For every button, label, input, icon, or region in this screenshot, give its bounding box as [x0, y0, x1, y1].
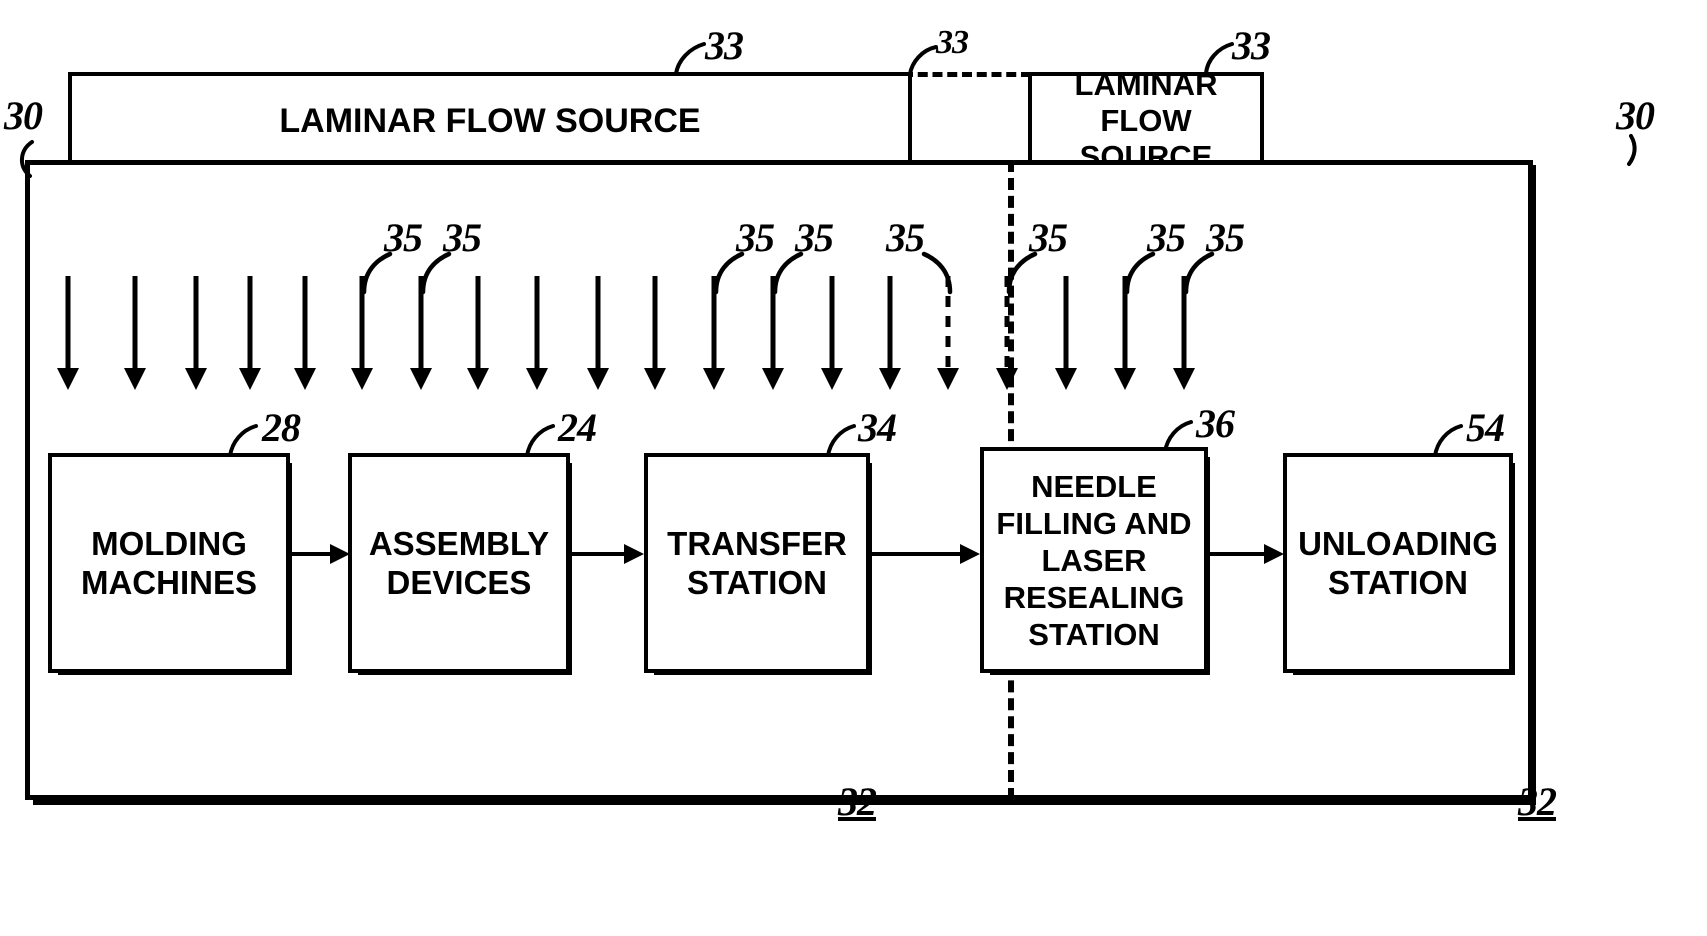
ref-35: 35 — [443, 215, 482, 260]
station-molding-box[interactable]: MOLDING MACHINES — [48, 453, 290, 673]
ref-33-right: 33 — [1232, 23, 1271, 68]
station-needle-filling[interactable]: NEEDLE FILLING AND LASER RESEALING STATI… — [980, 447, 1210, 675]
patent-figure: LAMINAR FLOW SOURCE LAMINAR FLOW SOURCE … — [0, 0, 1707, 936]
station-needle-filling-box[interactable]: NEEDLE FILLING AND LASER RESEALING STATI… — [980, 447, 1208, 673]
station-assembly-line1: ASSEMBLY — [368, 525, 550, 562]
ref-35: 35 — [736, 215, 775, 260]
station-transfer-box[interactable]: TRANSFER STATION — [644, 453, 870, 673]
ref-35: 35 — [886, 215, 925, 260]
ref-33-left: 33 — [705, 23, 744, 68]
airflow-arrow — [525, 276, 549, 392]
station-unloading-line1: UNLOADING — [1298, 525, 1498, 562]
connector-needle-to-unloading — [1210, 540, 1288, 568]
ref-33-gap: 33 — [936, 24, 969, 61]
airflow-arrow — [123, 276, 147, 392]
ref-36: 36 — [1196, 401, 1235, 446]
station-molding-line2: MACHINES — [80, 564, 257, 601]
station-unloading-line2: STATION — [1328, 564, 1468, 601]
station-assembly-line2: DEVICES — [386, 564, 532, 601]
ref-32-right-zone: 32 — [1518, 779, 1557, 824]
station-unloading[interactable]: UNLOADING STATION — [1283, 453, 1515, 675]
ref-28: 28 — [262, 405, 301, 450]
ref-35: 35 — [795, 215, 834, 260]
airflow-arrow — [238, 276, 262, 392]
station-unloading-box[interactable]: UNLOADING STATION — [1283, 453, 1513, 673]
ref-34: 34 — [858, 405, 897, 450]
ref-24: 24 — [558, 405, 597, 450]
station-needle-line1: NEEDLE — [1031, 468, 1157, 504]
airflow-arrow — [293, 276, 317, 392]
airflow-arrow — [820, 276, 844, 392]
station-molding-line1: MOLDING — [91, 525, 247, 562]
airflow-arrow — [1054, 276, 1078, 392]
station-needle-line3: LASER — [1041, 542, 1147, 578]
laminar-flow-source-left: LAMINAR FLOW SOURCE — [68, 72, 912, 170]
leader-line-ref-30-left — [16, 140, 56, 186]
airflow-arrow — [643, 276, 667, 392]
ref-54: 54 — [1466, 405, 1505, 450]
ref-30-left: 30 — [4, 93, 43, 138]
connector-transfer-to-needle — [872, 540, 984, 568]
leader-line-ref-30-right — [1623, 134, 1653, 168]
station-assembly-box[interactable]: ASSEMBLY DEVICES — [348, 453, 570, 673]
ref-35: 35 — [1206, 215, 1245, 260]
airflow-arrow — [184, 276, 208, 392]
ref-32-left-zone: 32 — [838, 779, 877, 824]
airflow-arrow — [586, 276, 610, 392]
station-needle-line2: FILLING AND — [996, 505, 1192, 541]
laminar-flow-source-right: LAMINAR FLOW SOURCE — [1028, 67, 1264, 174]
airflow-arrow — [878, 276, 902, 392]
ref-35: 35 — [1147, 215, 1186, 260]
ref-30-right: 30 — [1616, 93, 1655, 138]
station-molding[interactable]: MOLDING MACHINES — [48, 453, 292, 675]
ref-35: 35 — [384, 215, 423, 260]
station-transfer-line2: STATION — [687, 564, 827, 601]
connector-assembly-to-transfer — [572, 540, 648, 568]
station-assembly[interactable]: ASSEMBLY DEVICES — [348, 453, 572, 675]
station-transfer[interactable]: TRANSFER STATION — [644, 453, 872, 675]
station-needle-line5: STATION — [1028, 616, 1160, 652]
airflow-arrow — [56, 276, 80, 392]
ref-35: 35 — [1029, 215, 1068, 260]
station-needle-line4: RESEALING — [1003, 579, 1185, 615]
connector-molding-to-assembly — [292, 540, 352, 568]
station-transfer-line1: TRANSFER — [667, 525, 847, 562]
airflow-arrow — [466, 276, 490, 392]
